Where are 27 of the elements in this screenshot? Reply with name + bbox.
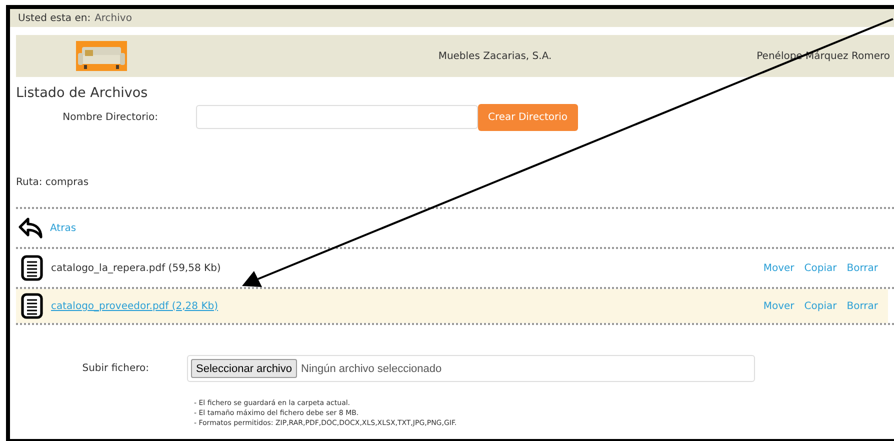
breadcrumb-label: Usted esta en: <box>18 12 91 24</box>
directory-name-field[interactable] <box>196 105 478 129</box>
page-title: Listado de Archivos <box>16 85 149 101</box>
file-row[interactable]: catalogo_proveedor.pdf (2,28 Kb) Mover Copiar Borrar <box>16 289 888 323</box>
document-icon <box>21 293 43 319</box>
field-label: Nombre Directorio: <box>62 112 158 122</box>
file-upload-field[interactable]: Seleccionar archivo Ningún archivo seleccionado <box>187 355 755 382</box>
file-name-link[interactable]: catalogo_proveedor.pdf (2,28 Kb) <box>51 300 218 312</box>
back-link[interactable]: Atras <box>50 222 76 234</box>
back-arrow-icon[interactable] <box>18 217 44 239</box>
file-action-link[interactable]: Copiar <box>804 262 837 274</box>
user-name: Penélope Márquez Romero <box>756 50 890 62</box>
file-action-link[interactable]: Copiar <box>804 300 837 312</box>
file-row[interactable]: catalogo_la_repera.pdf (59,58 Kb) Mover Copiar Borrar <box>16 249 888 287</box>
path-text: Ruta: compras <box>16 177 90 190</box>
breadcrumb-current: Archivo <box>94 12 132 24</box>
file-status-text: Ningún archivo seleccionado <box>301 362 442 374</box>
file-action-link[interactable]: Mover <box>763 300 794 312</box>
file-action-link[interactable]: Borrar <box>846 300 878 312</box>
file-action-link[interactable]: Mover <box>763 262 794 274</box>
file-name-link[interactable]: catalogo_la_repera.pdf (59,58 Kb) <box>51 262 221 274</box>
choose-file-button[interactable]: Seleccionar archivo <box>191 359 297 378</box>
create-directory-button[interactable]: Crear Directorio <box>478 104 578 130</box>
document-icon <box>21 255 43 281</box>
field-label: Subir fichero: <box>81 363 149 374</box>
company-name: Muebles Zacarias, S.A. <box>437 50 553 62</box>
file-action-link[interactable]: Borrar <box>846 262 878 274</box>
